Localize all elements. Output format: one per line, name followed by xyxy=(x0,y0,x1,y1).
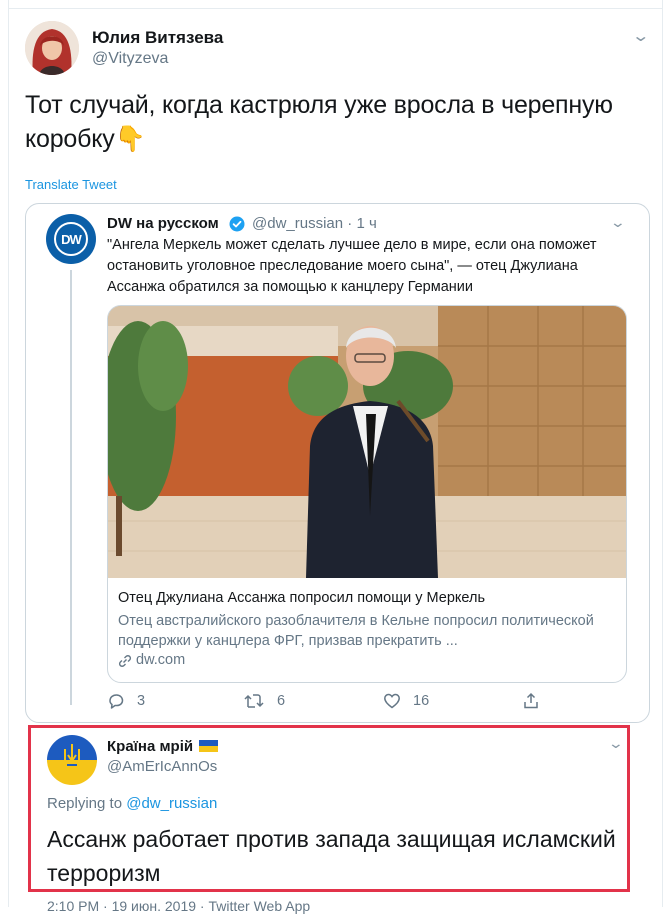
quoted-time: · 1 ч xyxy=(347,215,377,232)
like-button[interactable]: 16 xyxy=(383,690,429,712)
heart-icon xyxy=(384,693,400,709)
reply-button[interactable]: 3 xyxy=(107,690,145,712)
chevron-down-icon[interactable]: ⌄ xyxy=(610,214,626,231)
reply-tweet-text: Ассанж работает против запада защищая ис… xyxy=(47,826,616,886)
verified-badge-icon xyxy=(229,216,245,232)
card-title[interactable]: Отец Джулиана Ассанжа попросил помощи у … xyxy=(118,590,485,606)
quoted-handle: @dw_russian xyxy=(252,215,344,232)
chevron-down-icon[interactable]: ⌄ xyxy=(631,26,650,46)
reply-count: 3 xyxy=(137,693,146,709)
replying-to: Replying to @dw_russian xyxy=(47,795,217,812)
tweet-text: Тот случай, когда кастрюля уже вросла в … xyxy=(25,88,645,156)
pointing-down-emoji: 👇 xyxy=(114,125,146,153)
ukraine-flag-icon xyxy=(199,740,218,752)
mention-link[interactable]: @dw_russian xyxy=(126,795,217,812)
retweet-icon xyxy=(244,694,264,708)
chevron-down-icon[interactable]: ⌄ xyxy=(608,735,624,752)
translate-tweet-link[interactable]: Translate Tweet xyxy=(25,177,117,192)
reply-avatar[interactable] xyxy=(47,735,97,785)
dw-avatar[interactable]: DW xyxy=(46,214,96,264)
quoted-author-handle[interactable]: @dw_russian · 1 ч xyxy=(252,215,377,232)
share-button[interactable] xyxy=(522,690,552,712)
reply-author-name[interactable]: Країна мрій xyxy=(107,738,193,755)
card-domain[interactable]: dw.com xyxy=(136,652,185,668)
author-name[interactable]: Юлия Витязева xyxy=(92,28,223,48)
timeline-border-left xyxy=(8,0,9,907)
quoted-tweet-text: "Ангела Меркель может сделать лучшее дел… xyxy=(107,237,597,295)
replying-label: Replying to xyxy=(47,795,123,812)
avatar[interactable] xyxy=(25,21,79,75)
like-count: 16 xyxy=(413,693,430,709)
reply-author-handle[interactable]: @AmErIcAnnOs xyxy=(107,758,217,775)
timeline-border-right xyxy=(662,0,663,907)
tweet-text-body: Тот случай, когда кастрюля уже вросла в … xyxy=(25,91,613,153)
retweet-count: 6 xyxy=(277,693,286,709)
link-icon xyxy=(118,655,132,667)
author-handle[interactable]: @Vityzeva xyxy=(92,50,168,68)
article-photo xyxy=(108,306,626,578)
tweet-timestamp[interactable]: 2:10 PM · 19 июн. 2019 · Twitter Web App xyxy=(47,898,310,914)
retweet-button[interactable]: 6 xyxy=(243,690,285,712)
dw-logo-icon: DW xyxy=(54,222,88,256)
quoted-author-name[interactable]: DW на русском xyxy=(107,215,219,232)
reply-icon xyxy=(109,694,124,709)
timeline-border-top xyxy=(8,8,663,9)
thread-line xyxy=(70,270,72,705)
card-description: Отец австралийского разоблачителя в Кель… xyxy=(118,613,594,649)
share-icon xyxy=(524,692,538,709)
